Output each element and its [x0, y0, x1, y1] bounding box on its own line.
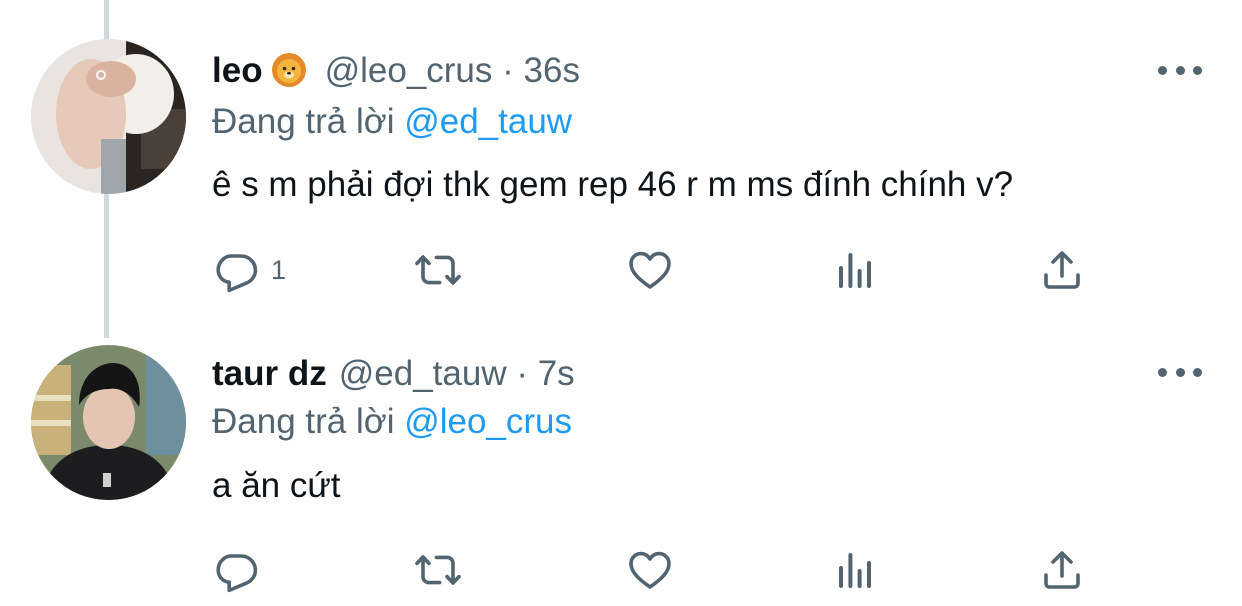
action-bar: 1 [0, 240, 1242, 300]
retweet-icon [415, 255, 461, 285]
mention-link[interactable]: @leo_crus [404, 402, 572, 441]
replying-to: Đang trả lời @leo_crus [212, 402, 572, 442]
user-handle[interactable]: @leo_crus [325, 51, 493, 90]
retweet-button[interactable] [414, 540, 462, 600]
share-button[interactable] [1038, 240, 1086, 300]
share-icon [1044, 251, 1080, 289]
separator: · [516, 354, 528, 393]
retweet-icon [415, 555, 461, 585]
reply-count: 1 [271, 254, 287, 285]
display-name[interactable]: taur dz [212, 354, 327, 393]
timestamp[interactable]: 7s [538, 354, 575, 393]
like-button[interactable] [626, 540, 674, 600]
retweet-button[interactable] [414, 240, 462, 300]
avatar-image [31, 39, 186, 194]
tweet-header: leo @leo_crus · 36s [212, 51, 580, 91]
avatar-image [31, 345, 186, 500]
tweet-header: taur dz @ed_tauw · 7s [212, 354, 575, 394]
like-button[interactable] [626, 240, 674, 300]
replying-prefix: Đang trả lời [212, 402, 395, 441]
more-icon[interactable] [1158, 360, 1202, 384]
tweet[interactable]: leo @leo_crus · 36s Đang trả lời @ed_tau… [0, 0, 1242, 300]
more-icon[interactable] [1158, 58, 1202, 82]
replying-prefix: Đang trả lời [212, 102, 395, 141]
reply-icon [216, 554, 258, 593]
reply-button[interactable]: 1 [213, 240, 286, 300]
tweet-text: ê s m phải đợi thk gem rep 46 r m ms đín… [212, 165, 1014, 204]
heart-icon [629, 551, 671, 589]
display-name[interactable]: leo [212, 51, 263, 90]
tweet-text: a ăn cứt [212, 466, 341, 505]
replying-to: Đang trả lời @ed_tauw [212, 102, 572, 142]
avatar[interactable] [31, 345, 186, 500]
timestamp[interactable]: 36s [524, 51, 580, 90]
mention-link[interactable]: @ed_tauw [404, 102, 572, 141]
reply-button[interactable] [213, 540, 271, 600]
views-button[interactable] [831, 240, 879, 300]
action-bar [0, 540, 1242, 600]
user-handle[interactable]: @ed_tauw [339, 354, 507, 393]
reply-icon [216, 254, 258, 293]
views-icon [839, 253, 871, 288]
avatar[interactable] [31, 39, 186, 194]
tweet[interactable]: taur dz @ed_tauw · 7s Đang trả lời @leo_c… [0, 300, 1242, 606]
views-button[interactable] [831, 540, 879, 600]
views-icon [839, 553, 871, 588]
share-icon [1044, 551, 1080, 589]
lion-face-icon [271, 52, 307, 88]
separator-dot: · [492, 51, 523, 90]
separator-dot: · [507, 354, 538, 393]
heart-icon [629, 251, 671, 289]
separator: · [502, 51, 514, 90]
share-button[interactable] [1038, 540, 1086, 600]
